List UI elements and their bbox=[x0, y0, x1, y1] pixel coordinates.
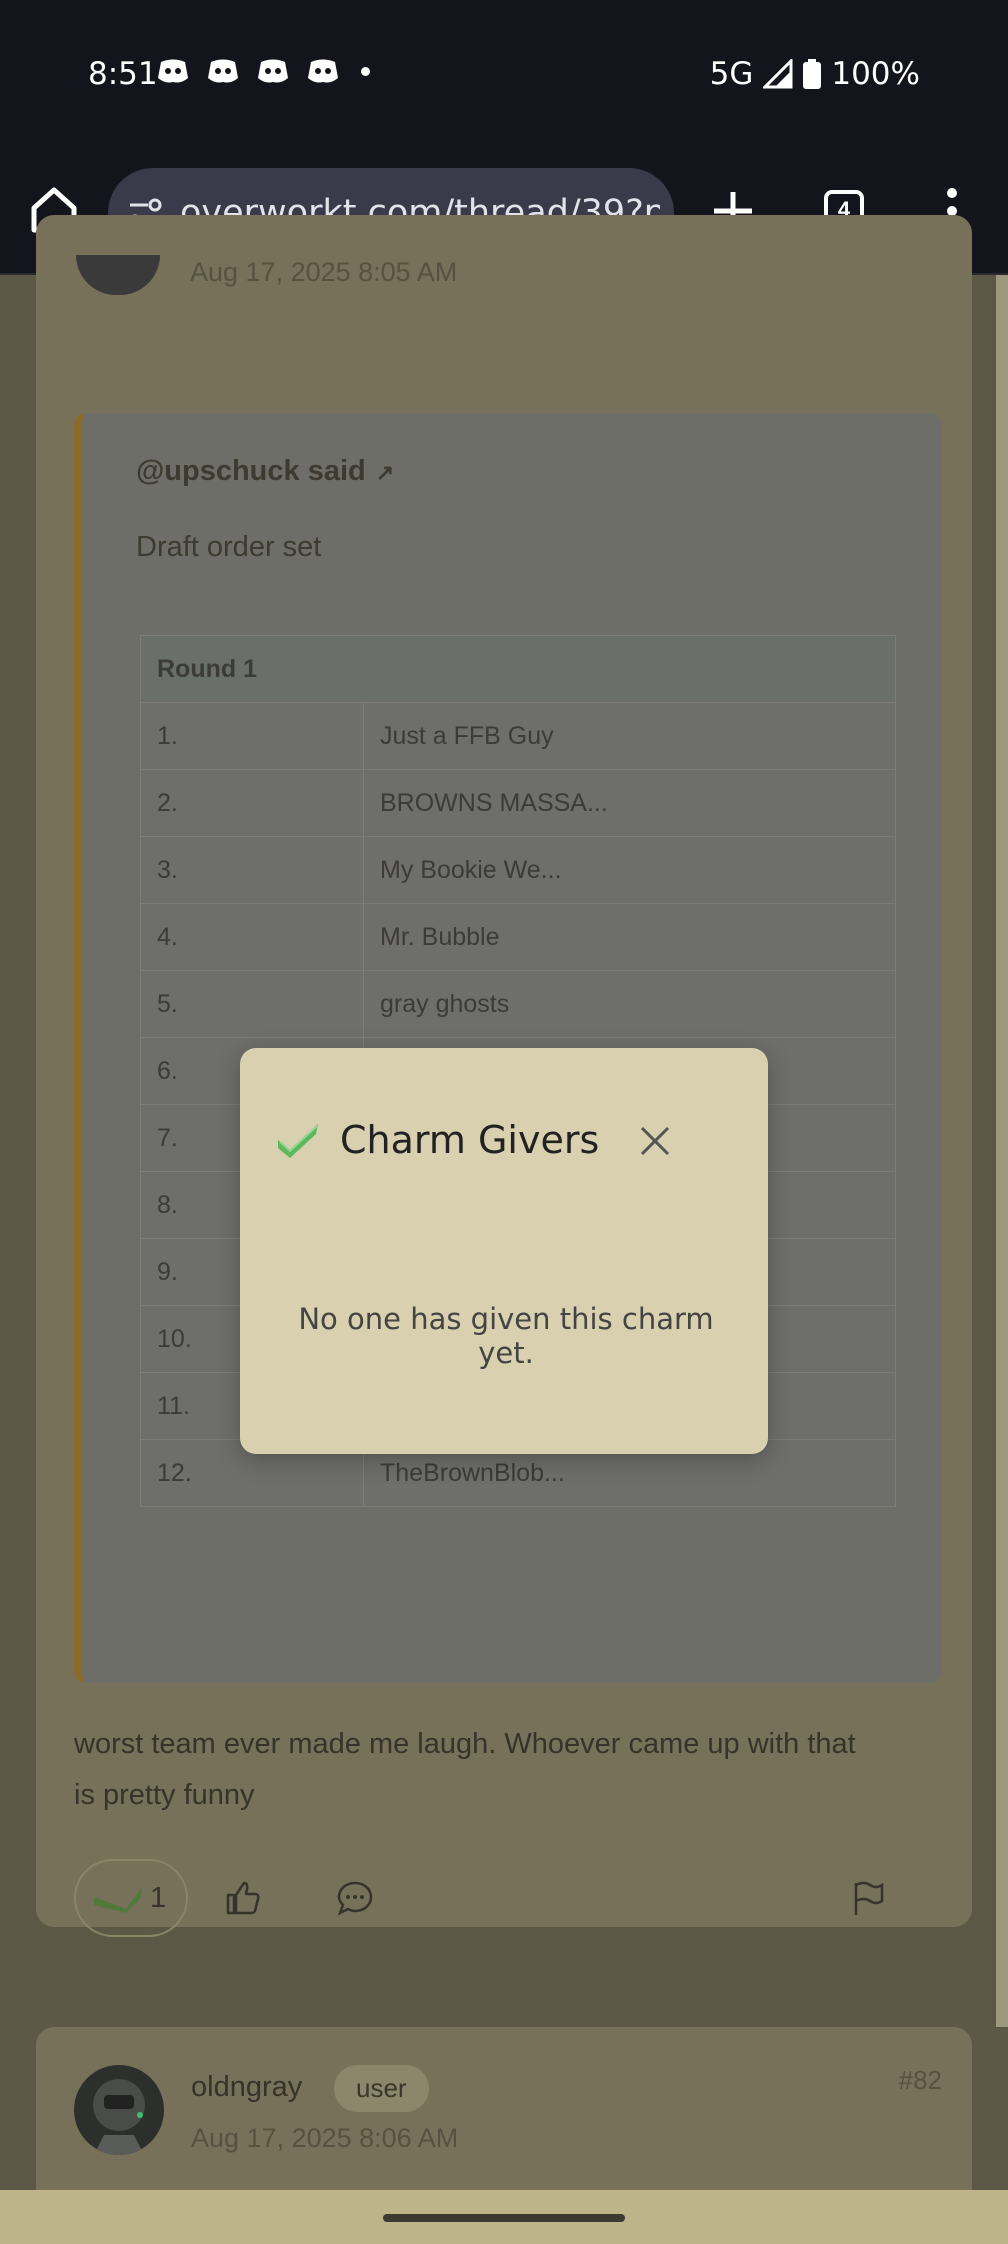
quote-author-label: @upschuck said bbox=[136, 455, 366, 487]
pick-number: 2. bbox=[140, 769, 364, 837]
system-nav-bar bbox=[0, 2190, 1008, 2244]
discord-icon bbox=[208, 59, 238, 83]
table-row: 2. BROWNS MASSA... bbox=[140, 769, 896, 837]
charm-check-icon bbox=[278, 1124, 318, 1158]
table-header: Round 1 bbox=[140, 635, 896, 703]
post-actions: 1 bbox=[74, 1859, 934, 1939]
post-date: Aug 17, 2025 8:06 AM bbox=[191, 2123, 459, 2153]
status-time: 8:51 bbox=[88, 56, 158, 92]
table-row: 5. gray ghosts bbox=[140, 970, 896, 1038]
table-row: 3. My Bookie We... bbox=[140, 836, 896, 904]
pick-number: 1. bbox=[140, 702, 364, 770]
battery-level: 100% bbox=[831, 56, 920, 92]
table-row: 1. Just a FFB Guy bbox=[140, 702, 896, 770]
pick-number: 4. bbox=[140, 903, 364, 971]
table-row: 4. Mr. Bubble bbox=[140, 903, 896, 971]
status-bar: 8:51 5G 100% bbox=[0, 0, 1008, 150]
team-name: My Bookie We... bbox=[363, 836, 896, 904]
post-body-line: is pretty funny bbox=[74, 1779, 255, 1811]
post-body: worst team ever made me laugh. Whoever c… bbox=[74, 1719, 954, 1821]
post-number[interactable]: #82 bbox=[899, 2065, 942, 2096]
scrollbar[interactable] bbox=[996, 275, 1008, 2027]
battery-icon bbox=[803, 59, 822, 89]
pick-number: 5. bbox=[140, 970, 364, 1038]
username[interactable]: oldngray bbox=[191, 2071, 302, 2104]
gesture-handle[interactable] bbox=[383, 2214, 625, 2222]
discord-icon bbox=[308, 59, 338, 83]
notification-icons bbox=[155, 56, 370, 86]
status-right: 5G 100% bbox=[710, 56, 920, 92]
signal-icon bbox=[763, 59, 793, 89]
charm-button[interactable]: 1 bbox=[74, 1859, 188, 1937]
charm-givers-dialog: Charm Givers No one has given this charm… bbox=[240, 1048, 768, 1454]
pick-number: 3. bbox=[140, 836, 364, 904]
thumbs-up-icon[interactable] bbox=[224, 1879, 262, 1917]
post-body-line: worst team ever made me laugh. Whoever c… bbox=[74, 1728, 856, 1760]
more-notifications-dot-icon bbox=[361, 66, 370, 76]
team-name: Just a FFB Guy bbox=[363, 702, 896, 770]
post-date: Aug 17, 2025 8:05 AM bbox=[190, 257, 458, 287]
comment-icon[interactable] bbox=[336, 1879, 374, 1917]
quote-text: Draft order set bbox=[136, 531, 322, 563]
network-label: 5G bbox=[709, 56, 754, 92]
discord-icon bbox=[158, 59, 188, 83]
flag-icon[interactable] bbox=[850, 1879, 888, 1917]
external-link-icon[interactable]: ↗ bbox=[376, 460, 394, 485]
team-name: gray ghosts bbox=[363, 970, 896, 1038]
charm-count: 1 bbox=[150, 1881, 167, 1914]
charm-check-icon bbox=[94, 1887, 142, 1913]
role-badge: user bbox=[334, 2065, 429, 2112]
team-name: Mr. Bubble bbox=[363, 903, 896, 971]
close-icon[interactable] bbox=[638, 1124, 672, 1158]
dialog-title: Charm Givers bbox=[340, 1118, 600, 1162]
discord-icon bbox=[258, 59, 288, 83]
quote-author[interactable]: @upschuck said ↗ bbox=[136, 455, 394, 488]
team-name: BROWNS MASSA... bbox=[363, 769, 896, 837]
empty-state-message: No one has given this charm yet. bbox=[298, 1302, 714, 1370]
avatar[interactable] bbox=[74, 2065, 164, 2155]
robot-avatar-icon bbox=[93, 2079, 145, 2155]
